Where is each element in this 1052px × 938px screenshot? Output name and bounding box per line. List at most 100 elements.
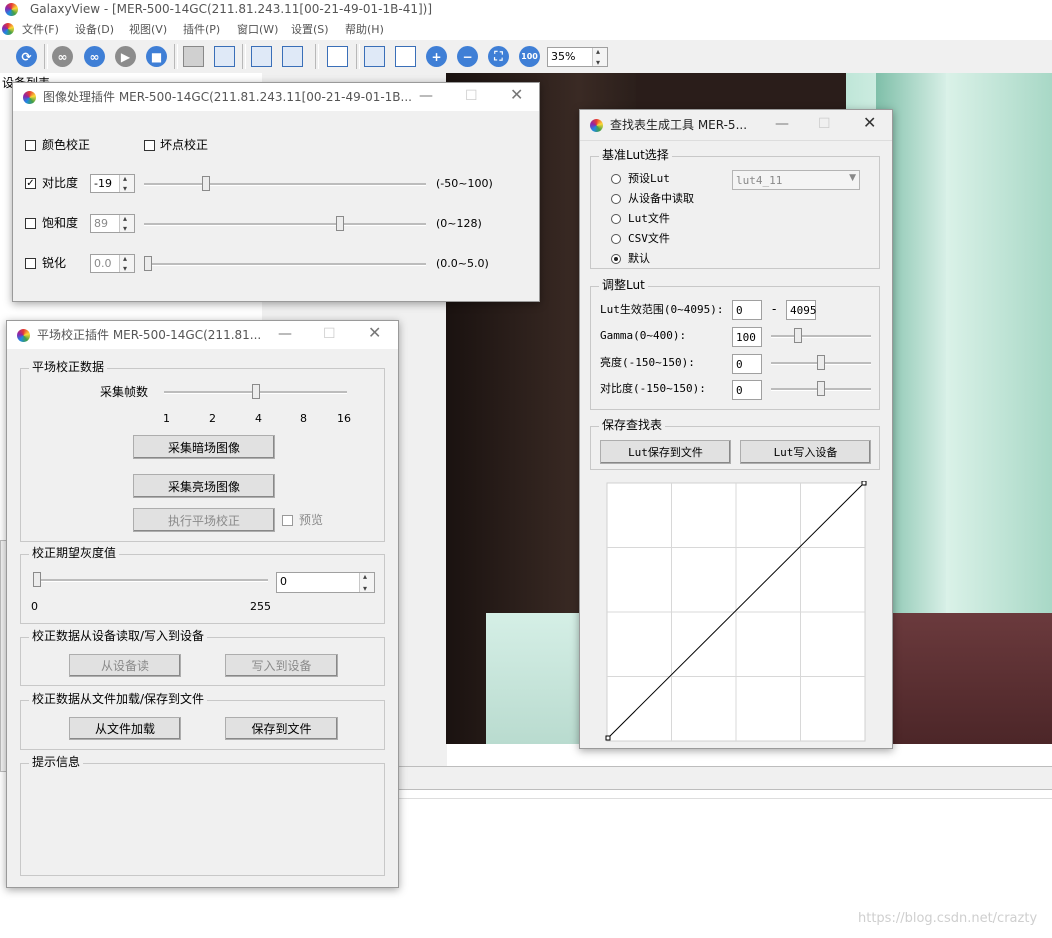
- range-to-input[interactable]: 4095: [786, 300, 817, 320]
- split-view-button[interactable]: [249, 44, 274, 69]
- stop-button[interactable]: ■: [144, 44, 169, 69]
- expected-gray-spinbox[interactable]: 0: [276, 572, 375, 593]
- contrast-spin-arrows[interactable]: [119, 174, 134, 193]
- refresh-button[interactable]: ⟳: [14, 44, 39, 69]
- expected-gray-value: 0: [280, 575, 287, 588]
- app-title: GalaxyView - [MER-500-14GC(211.81.243.11…: [30, 2, 433, 16]
- minimize-icon[interactable]: —: [419, 89, 433, 103]
- frames-label: 采集帧数: [100, 385, 149, 399]
- menu-file[interactable]: 文件(F): [22, 24, 59, 35]
- gamma-slider-thumb[interactable]: [794, 328, 802, 343]
- ffc-plugin-titlebar[interactable]: 平场校正插件 MER-500-14GC(211.81... — ☐ ✕: [7, 321, 398, 349]
- saturation-checkbox[interactable]: [25, 218, 36, 229]
- save-to-file-button[interactable]: 保存到文件: [225, 717, 338, 740]
- minimize-icon[interactable]: —: [278, 327, 292, 341]
- maximize-icon[interactable]: ☐: [323, 327, 336, 341]
- gamma-slider-track[interactable]: [771, 335, 871, 338]
- menu-plugin[interactable]: 插件(P): [183, 24, 220, 35]
- maximize-icon[interactable]: ☐: [818, 117, 831, 131]
- expected-gray-slider-track[interactable]: [33, 579, 268, 582]
- bad-pixel-label: 坏点校正: [160, 138, 209, 152]
- lut-curve-plot[interactable]: [605, 481, 867, 743]
- zoom-in-button[interactable]: +: [424, 44, 449, 69]
- sharpen-checkbox[interactable]: [25, 258, 36, 269]
- save-button[interactable]: [212, 44, 237, 69]
- zoom-100-button[interactable]: 100: [517, 44, 542, 69]
- open-button[interactable]: [181, 44, 206, 69]
- preview-checkbox[interactable]: [282, 515, 293, 526]
- base-lut-group-label: 基准Lut选择: [599, 149, 672, 161]
- sharpen-spin-arrows[interactable]: [119, 254, 134, 273]
- zoom-out-button[interactable]: −: [455, 44, 480, 69]
- expected-gray-spin-arrows[interactable]: [359, 572, 374, 593]
- menu-window[interactable]: 窗口(W): [237, 24, 278, 35]
- lut-contrast-input[interactable]: 0: [732, 380, 762, 400]
- zoom-in-icon: +: [426, 46, 447, 67]
- zoom-spinbox[interactable]: 35%: [547, 47, 608, 67]
- sharpen-slider-thumb[interactable]: [144, 256, 152, 271]
- radio-preset-lut[interactable]: [611, 174, 621, 184]
- preset-lut-select[interactable]: lut4_11 ▼: [732, 170, 860, 190]
- lut-tool-titlebar[interactable]: 查找表生成工具 MER-5... — ☐ ✕: [580, 110, 892, 141]
- saturation-label: 饱和度: [42, 216, 79, 230]
- window-view-button[interactable]: [280, 44, 305, 69]
- radio-from-device[interactable]: [611, 194, 621, 204]
- capture-bright-button[interactable]: 采集亮场图像: [133, 474, 275, 498]
- read-from-device-button[interactable]: 从设备读: [69, 654, 181, 677]
- menu-settings[interactable]: 设置(S): [291, 24, 329, 35]
- play-button[interactable]: ▶: [113, 44, 138, 69]
- close-icon[interactable]: ✕: [863, 115, 876, 131]
- radio-csv-file[interactable]: [611, 234, 621, 244]
- plugin-logo-icon: [17, 329, 30, 342]
- close-icon[interactable]: ✕: [368, 325, 381, 341]
- range-from-input[interactable]: 0: [732, 300, 762, 320]
- fine-grid-button[interactable]: [393, 44, 418, 69]
- color-correction-checkbox[interactable]: [25, 140, 36, 151]
- minimize-icon[interactable]: —: [775, 117, 789, 131]
- zoom-spin-arrows[interactable]: [592, 47, 607, 67]
- gamma-label: Gamma(0~400):: [600, 329, 687, 342]
- load-from-file-button[interactable]: 从文件加载: [69, 717, 181, 740]
- radio-default[interactable]: [611, 254, 621, 264]
- brightness-slider-thumb[interactable]: [817, 355, 825, 370]
- chevron-down-icon: ▼: [849, 173, 856, 183]
- grid-icon: [364, 46, 385, 67]
- connect-button[interactable]: ∞: [50, 44, 75, 69]
- sharpen-spinbox[interactable]: 0.0: [90, 254, 135, 273]
- expected-gray-slider-thumb[interactable]: [33, 572, 41, 587]
- frames-slider-thumb[interactable]: [251, 384, 260, 399]
- saturation-spinbox[interactable]: 89: [90, 214, 135, 233]
- lut-write-to-device-button[interactable]: Lut写入设备: [740, 440, 871, 464]
- saturation-slider-thumb[interactable]: [335, 216, 344, 231]
- contrast-slider-track[interactable]: [144, 183, 426, 186]
- contrast-slider-thumb[interactable]: [201, 176, 210, 191]
- bad-pixel-checkbox[interactable]: [144, 140, 155, 151]
- saturation-slider-track[interactable]: [144, 223, 426, 226]
- capture-dark-button[interactable]: 采集暗场图像: [133, 435, 275, 459]
- maximize-icon[interactable]: ☐: [465, 89, 478, 103]
- radio-lut-file[interactable]: [611, 214, 621, 224]
- frames-tick: 2: [209, 412, 216, 425]
- menu-help[interactable]: 帮助(H): [345, 24, 384, 35]
- expected-gray-group: 校正期望灰度值 0 255 0: [20, 547, 385, 624]
- contrast-spinbox[interactable]: -19: [90, 174, 135, 193]
- contrast-checkbox[interactable]: ✓: [25, 178, 36, 189]
- lut-contrast-slider-thumb[interactable]: [817, 381, 825, 396]
- image-plugin-titlebar[interactable]: 图像处理插件 MER-500-14GC(211.81.243.11[00-21-…: [13, 83, 539, 111]
- brightness-input[interactable]: 0: [732, 354, 762, 374]
- menu-view[interactable]: 视图(V): [129, 24, 167, 35]
- histogram-button[interactable]: [325, 44, 350, 69]
- close-icon[interactable]: ✕: [510, 87, 523, 103]
- saturation-spin-arrows[interactable]: [119, 214, 134, 233]
- sharpen-slider-track[interactable]: [144, 263, 426, 266]
- disconnect-button[interactable]: ∞: [82, 44, 107, 69]
- write-to-device-button[interactable]: 写入到设备: [225, 654, 338, 677]
- contrast-label: 对比度: [42, 176, 79, 190]
- gamma-input[interactable]: 100: [732, 327, 762, 347]
- radio-lut-file-label: Lut文件: [628, 212, 670, 225]
- grid-button[interactable]: [362, 44, 387, 69]
- fit-button[interactable]: ⛶: [486, 44, 511, 69]
- menu-device[interactable]: 设备(D): [75, 24, 114, 35]
- lut-save-to-file-button[interactable]: Lut保存到文件: [600, 440, 731, 464]
- execute-ffc-button[interactable]: 执行平场校正: [133, 508, 275, 532]
